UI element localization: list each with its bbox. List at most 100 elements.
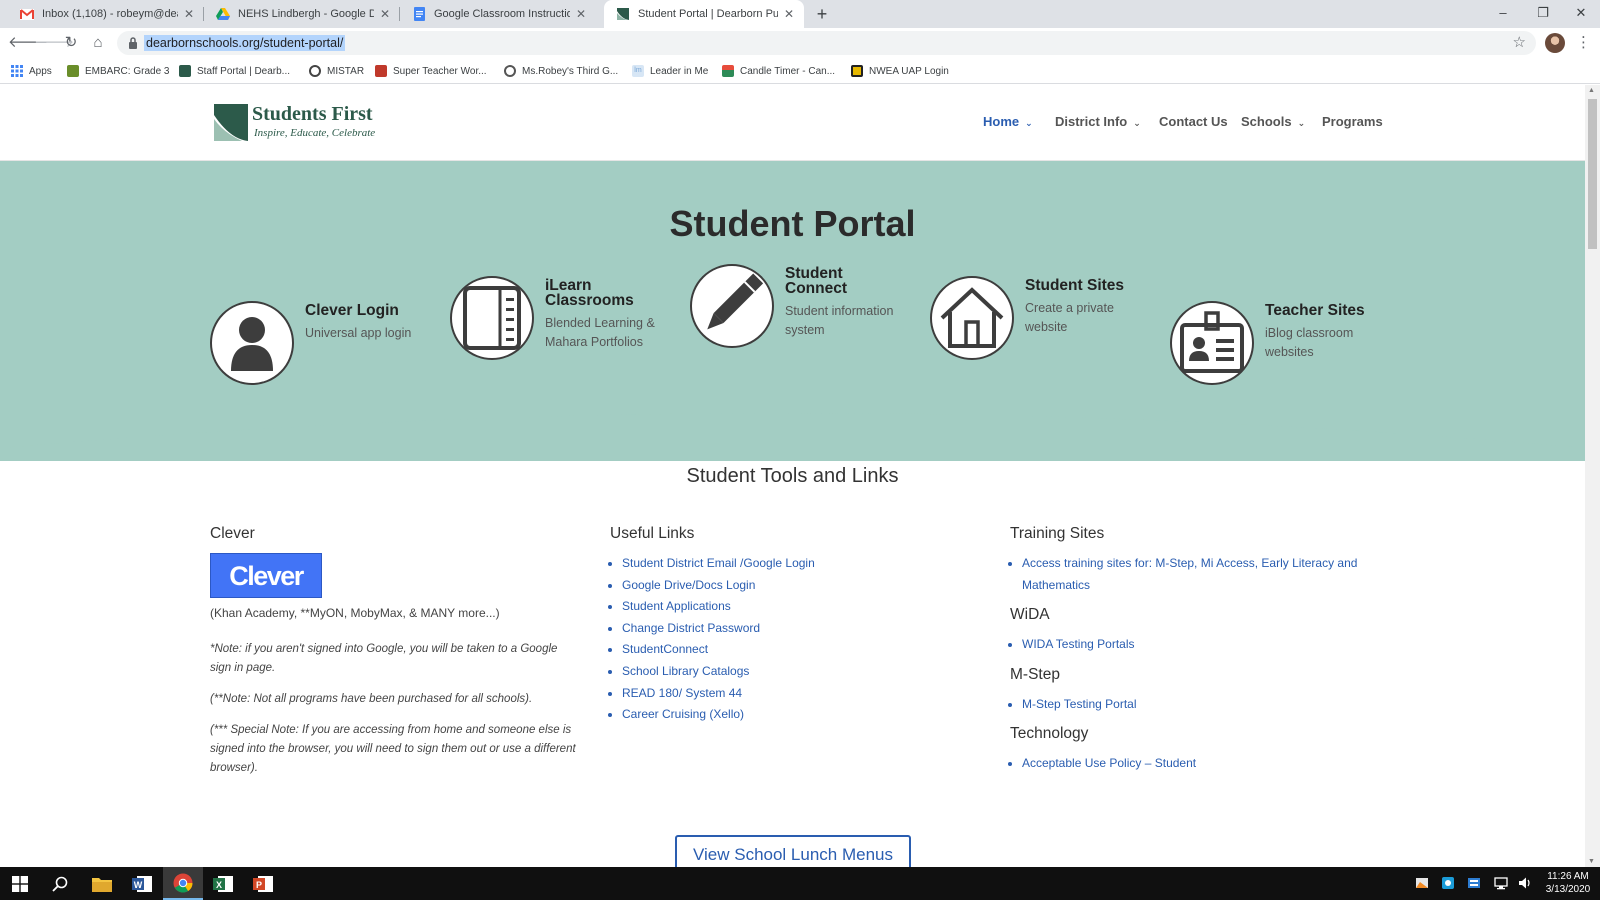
feature-icon-circle xyxy=(450,276,534,360)
tab-google-classroom-instructions[interactable]: Google Classroom Instructions - ✕ xyxy=(400,0,596,28)
tray-network-app-icon[interactable] xyxy=(1441,876,1455,890)
bookmark-label: Super Teacher Wor... xyxy=(393,65,487,77)
tab-close-icon[interactable]: ✕ xyxy=(378,7,392,21)
tab-student-portal[interactable]: Student Portal | Dearborn Public ✕ xyxy=(604,0,804,28)
feature-icon-circle xyxy=(690,264,774,348)
tab-title: Google Classroom Instructions - xyxy=(434,8,570,20)
bookmark-ms-robey[interactable]: Ms.Robey's Third G... xyxy=(504,64,618,78)
bookmark-candle-timer[interactable]: Candle Timer - Can... xyxy=(722,64,835,78)
nav-district-info[interactable]: District Info ⌄ xyxy=(1055,114,1141,129)
nav-programs[interactable]: Programs xyxy=(1322,114,1383,129)
file-explorer-icon[interactable] xyxy=(82,867,122,900)
url-text[interactable]: dearbornschools.org/student-portal/ xyxy=(144,35,346,51)
profile-avatar[interactable] xyxy=(1545,33,1565,53)
link-studentconnect[interactable]: StudentConnect xyxy=(622,642,708,656)
bookmark-label: Candle Timer - Can... xyxy=(740,65,836,77)
link-change-password[interactable]: Change District Password xyxy=(622,621,760,635)
network-icon[interactable] xyxy=(1494,876,1508,890)
tab-close-icon[interactable]: ✕ xyxy=(574,7,588,21)
chevron-down-icon: ⌄ xyxy=(1133,118,1141,128)
clever-logo-button[interactable]: Clever xyxy=(210,553,322,598)
nav-schools[interactable]: Schools ⌄ xyxy=(1241,114,1305,129)
page-viewport: Students First Inspire, Educate, Celebra… xyxy=(0,85,1585,867)
page-title: Student Portal xyxy=(669,203,916,244)
feature-description: Universal app login xyxy=(305,326,412,340)
list-item: Change District Password xyxy=(622,618,970,640)
feature-description: iBlog classroom websites xyxy=(1265,326,1354,359)
scroll-down-icon[interactable]: ▼ xyxy=(1588,858,1595,865)
site-logo[interactable]: Students First Inspire, Educate, Celebra… xyxy=(212,103,377,143)
nav-label: District Info xyxy=(1055,114,1128,129)
link-google-drive[interactable]: Google Drive/Docs Login xyxy=(622,578,755,592)
tab-google-drive[interactable]: NEHS Lindbergh - Google Drive ✕ xyxy=(204,0,400,28)
tab-gmail-inbox[interactable]: Inbox (1,108) - robeym@dearborn ✕ xyxy=(8,0,204,28)
id-badge-icon xyxy=(1180,311,1244,373)
clever-apps-link[interactable]: (Khan Academy, **MyON, MobyMax, & MANY m… xyxy=(210,606,580,620)
page-scrollbar[interactable]: ▲ ▼ xyxy=(1585,85,1600,867)
view-lunch-menus-button[interactable]: View School Lunch Menus xyxy=(675,835,911,867)
bookmark-label: MISTAR xyxy=(327,65,365,77)
google-docs-icon xyxy=(412,7,426,21)
tray-store-icon[interactable] xyxy=(1467,876,1481,890)
bookmark-nwea[interactable]: NWEA UAP Login xyxy=(851,64,949,78)
technology-links-list: Acceptable Use Policy – Student xyxy=(1010,753,1370,775)
bookmark-mistar[interactable]: MISTAR xyxy=(309,64,364,78)
bookmark-leader-in-me[interactable]: lm Leader in Me xyxy=(632,64,708,78)
training-links-list: Access training sites for: M-Step, Mi Ac… xyxy=(1010,553,1370,596)
excel-icon[interactable]: X xyxy=(203,867,243,900)
bookmark-super-teacher[interactable]: Super Teacher Wor... xyxy=(375,64,487,78)
tab-close-icon[interactable]: ✕ xyxy=(782,7,796,21)
close-window-button[interactable]: ✕ xyxy=(1558,0,1600,28)
list-item: StudentConnect xyxy=(622,639,970,661)
windows-start-icon[interactable] xyxy=(0,867,40,900)
bookmark-label: EMBARC: Grade 3 xyxy=(85,65,170,77)
system-clock[interactable]: 11:26 AM 3/13/2020 xyxy=(1540,870,1596,896)
home-button[interactable]: ⌂ xyxy=(88,33,108,53)
reload-button[interactable]: ↻ xyxy=(61,33,81,53)
link-library-catalogs[interactable]: School Library Catalogs xyxy=(622,664,749,678)
leader-in-me-icon: lm xyxy=(632,65,644,77)
link-training-sites[interactable]: Access training sites for: M-Step, Mi Ac… xyxy=(1022,556,1357,592)
link-career-cruising[interactable]: Career Cruising (Xello) xyxy=(622,707,744,721)
nav-home[interactable]: Home ⌄ xyxy=(983,114,1033,129)
clock-time: 11:26 AM xyxy=(1547,871,1589,882)
link-mstep-portal[interactable]: M-Step Testing Portal xyxy=(1022,697,1137,711)
tray-note-icon[interactable] xyxy=(1415,876,1429,890)
search-icon[interactable] xyxy=(40,867,80,900)
feature-description: Student information system xyxy=(785,304,894,337)
link-read-180[interactable]: READ 180/ System 44 xyxy=(622,686,742,700)
link-student-applications[interactable]: Student Applications xyxy=(622,599,731,613)
feature-icon-circle xyxy=(210,301,294,385)
house-icon xyxy=(940,287,1004,348)
volume-icon[interactable] xyxy=(1518,876,1532,890)
bookmark-label: Staff Portal | Dearb... xyxy=(197,65,291,77)
bookmark-staff-portal[interactable]: Staff Portal | Dearb... xyxy=(179,64,290,78)
link-wida-portals[interactable]: WIDA Testing Portals xyxy=(1022,637,1135,651)
feature-title: Student Connect xyxy=(785,265,847,297)
new-tab-button[interactable]: + xyxy=(812,4,832,24)
bookmark-embarc[interactable]: EMBARC: Grade 3 xyxy=(67,64,169,78)
chrome-icon[interactable] xyxy=(163,867,203,900)
feature-title: Teacher Sites xyxy=(1265,302,1365,319)
forward-button[interactable]: 🡒 xyxy=(34,33,74,53)
link-acceptable-use-policy[interactable]: Acceptable Use Policy – Student xyxy=(1022,756,1196,770)
back-button[interactable]: 🡐 xyxy=(8,33,48,53)
bookmark-apps[interactable]: Apps xyxy=(11,64,52,78)
nav-label: Contact Us xyxy=(1159,114,1228,129)
link-student-email[interactable]: Student District Email /Google Login xyxy=(622,556,815,570)
wida-links-list: WIDA Testing Portals xyxy=(1010,634,1370,656)
nav-contact-us[interactable]: Contact Us xyxy=(1159,114,1228,129)
dearborn-icon xyxy=(616,7,630,21)
browser-toolbar: 🡐 🡒 ↻ ⌂ dearbornschools.org/student-port… xyxy=(0,28,1600,58)
svg-text:P: P xyxy=(256,880,262,890)
lock-icon xyxy=(129,37,137,49)
address-bar[interactable]: dearbornschools.org/student-portal/ ☆ xyxy=(117,31,1536,55)
scrollbar-thumb[interactable] xyxy=(1588,99,1597,249)
mistar-icon xyxy=(309,65,321,77)
word-icon[interactable]: W xyxy=(122,867,162,900)
tab-close-icon[interactable]: ✕ xyxy=(182,7,196,21)
chrome-menu-icon[interactable]: ⋮ xyxy=(1576,33,1591,51)
scroll-up-icon[interactable]: ▲ xyxy=(1588,87,1595,94)
powerpoint-icon[interactable]: P xyxy=(243,867,283,900)
bookmark-star-icon[interactable]: ☆ xyxy=(1513,33,1526,51)
